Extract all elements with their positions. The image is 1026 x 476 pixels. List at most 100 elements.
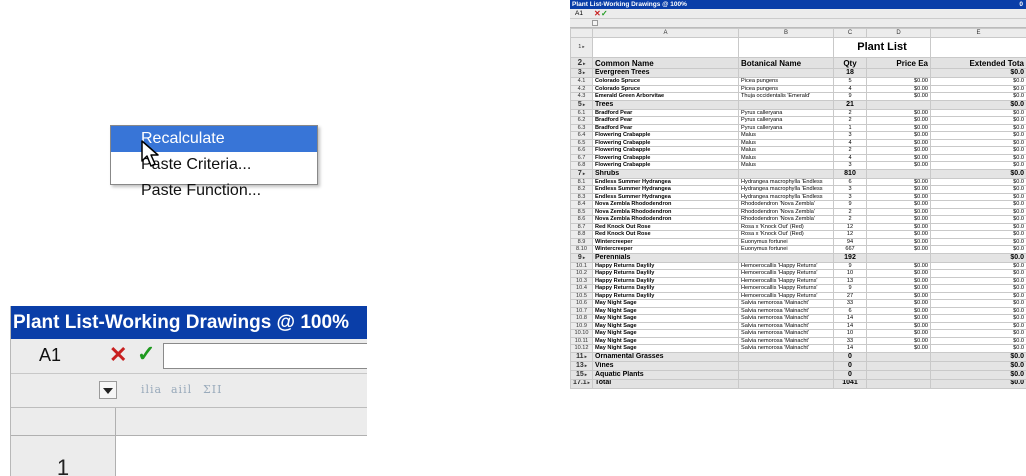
row-number[interactable]: 6.1 bbox=[570, 108, 593, 117]
cell-qty[interactable]: 0 bbox=[833, 351, 867, 362]
cell-extended-total[interactable]: $0.0 bbox=[930, 276, 1026, 285]
cell-extended-total[interactable]: $0.0 bbox=[930, 192, 1026, 201]
cell-botanical-name[interactable]: Hydrangea macrophylla 'Endless bbox=[738, 192, 834, 201]
tool-icon-1[interactable]: ilia bbox=[141, 383, 162, 397]
cell-extended-total[interactable]: $0.0 bbox=[930, 351, 1026, 362]
cell-botanical-name[interactable]: Euonymus fortunei bbox=[738, 245, 834, 254]
row-number[interactable]: 8.4 bbox=[570, 200, 593, 209]
expand-arrow-icon[interactable]: ▸ bbox=[588, 380, 590, 387]
cell-price-ea[interactable]: $0.00 bbox=[866, 92, 931, 101]
cancel-icon[interactable]: ✕ bbox=[594, 9, 601, 18]
corner-header[interactable] bbox=[570, 28, 593, 38]
row-number[interactable]: 8.8 bbox=[570, 230, 593, 239]
cell-qty[interactable]: 94 bbox=[833, 237, 867, 246]
cell-common-name[interactable]: Nova Zembla Rhododendron bbox=[592, 207, 739, 216]
cell-qty[interactable]: 5 bbox=[833, 77, 867, 86]
cell-extended-total[interactable]: $0.0 bbox=[930, 344, 1026, 353]
cell-qty[interactable]: 12 bbox=[833, 230, 867, 239]
cell-common-name[interactable]: Nova Zembla Rhododendron bbox=[592, 215, 739, 224]
cell-common-name[interactable]: Flowering Crabapple bbox=[592, 131, 739, 140]
cell-price-ea[interactable]: $0.00 bbox=[866, 245, 931, 254]
row-number[interactable]: 6.8 bbox=[570, 161, 593, 170]
cell-common-name[interactable]: Evergreen Trees bbox=[592, 68, 739, 78]
row-number[interactable]: 17.1▸ bbox=[570, 378, 593, 389]
cell-botanical-name[interactable]: Rosa x 'Knock Out' (Red) bbox=[738, 222, 834, 231]
cell-botanical-name[interactable] bbox=[738, 360, 834, 371]
cell-qty[interactable]: 3 bbox=[833, 161, 867, 170]
cell-botanical-name[interactable] bbox=[738, 252, 834, 263]
row-number[interactable]: 9▸ bbox=[570, 252, 593, 263]
row-number[interactable]: 11▸ bbox=[570, 351, 593, 362]
cell-common-name[interactable]: Aquatic Plants bbox=[592, 369, 739, 380]
cell-botanical-name[interactable]: Malus bbox=[738, 146, 834, 155]
cell-qty[interactable]: 13 bbox=[833, 276, 867, 285]
cell-botanical-name[interactable]: Hydrangea macrophylla 'Endless bbox=[738, 185, 834, 194]
cell-common-name[interactable]: Bradford Pear bbox=[592, 123, 739, 132]
cell-botanical-name[interactable]: Rhododendron 'Nova Zembla' bbox=[738, 215, 834, 224]
cell-extended-total[interactable]: $0.0 bbox=[930, 237, 1026, 246]
row-number[interactable]: 6.7 bbox=[570, 153, 593, 162]
cell-qty[interactable]: 33 bbox=[833, 336, 867, 345]
cell-botanical-name[interactable] bbox=[738, 99, 834, 110]
cell-common-name[interactable]: Happy Returns Daylily bbox=[592, 269, 739, 278]
cell-extended-total[interactable]: $0.0 bbox=[930, 207, 1026, 216]
cell-botanical-name[interactable]: Hydrangea macrophylla 'Endless bbox=[738, 177, 834, 186]
row-number[interactable]: 2▸ bbox=[570, 57, 593, 69]
tool-icon-2[interactable]: aiil bbox=[171, 383, 192, 397]
cell-botanical-name[interactable]: Salvia nemorosa 'Mainacht' bbox=[738, 299, 834, 308]
cell-qty[interactable]: 3 bbox=[833, 185, 867, 194]
cell-common-name[interactable]: Nova Zembla Rhododendron bbox=[592, 200, 739, 209]
cell-common-name[interactable]: Shrubs bbox=[592, 168, 739, 179]
cell-extended-total[interactable]: $0.0 bbox=[930, 108, 1026, 117]
cell-common-name[interactable]: Vines bbox=[592, 360, 739, 371]
cell-botanical-name[interactable]: Picea pungens bbox=[738, 84, 834, 93]
cell-botanical-name[interactable]: Euonymus fortunei bbox=[738, 237, 834, 246]
cell-qty[interactable]: 33 bbox=[833, 299, 867, 308]
expand-arrow-icon[interactable]: ▸ bbox=[585, 362, 587, 369]
cell-common-name[interactable]: May Night Sage bbox=[592, 329, 739, 338]
row-number[interactable]: 8.5 bbox=[570, 207, 593, 216]
cell-common-name[interactable]: Red Knock Out Rose bbox=[592, 222, 739, 231]
cell-price-ea[interactable]: $0.00 bbox=[866, 237, 931, 246]
expand-arrow-icon[interactable]: ▸ bbox=[583, 170, 585, 177]
row-number[interactable]: 10.10 bbox=[570, 329, 593, 338]
cell-common-name[interactable]: May Night Sage bbox=[592, 314, 739, 323]
column-header-d[interactable]: D bbox=[866, 28, 931, 38]
row-number[interactable]: 6.5 bbox=[570, 138, 593, 147]
cell-botanical-name[interactable]: Malus bbox=[738, 138, 834, 147]
cell-price-ea[interactable]: $0.00 bbox=[866, 222, 931, 231]
cell-extended-total[interactable]: $0.0 bbox=[930, 200, 1026, 209]
cell-qty[interactable]: 27 bbox=[833, 291, 867, 300]
cell-price-ea[interactable]: $0.00 bbox=[866, 306, 931, 315]
cell-price-ea[interactable]: $0.00 bbox=[866, 161, 931, 170]
cell-qty[interactable]: 2 bbox=[833, 207, 867, 216]
cell-qty[interactable]: 2 bbox=[833, 116, 867, 125]
row-number[interactable]: 10.12 bbox=[570, 344, 593, 353]
cell-botanical-name[interactable]: Hemoerocallis 'Happy Returns' bbox=[738, 276, 834, 285]
cell-botanical-name[interactable]: Thuja occidentalis 'Emerald' bbox=[738, 92, 834, 101]
cell-extended-total[interactable]: $0.0 bbox=[930, 215, 1026, 224]
cell-extended-total[interactable]: $0.0 bbox=[930, 378, 1026, 389]
cell-price-ea[interactable]: $0.00 bbox=[866, 269, 931, 278]
cell-botanical-name[interactable] bbox=[738, 68, 834, 78]
cell-price-ea[interactable]: $0.00 bbox=[866, 138, 931, 147]
row-number[interactable]: 7▸ bbox=[570, 168, 593, 179]
row-number[interactable]: 6.3 bbox=[570, 123, 593, 132]
cell-botanical-name[interactable]: Pyrus calleryana bbox=[738, 123, 834, 132]
cell-botanical-name[interactable] bbox=[738, 378, 834, 389]
row-number[interactable]: 6.2 bbox=[570, 116, 593, 125]
cell-price-ea[interactable]: $0.00 bbox=[866, 336, 931, 345]
row-number[interactable]: 10.2 bbox=[570, 269, 593, 278]
zoom-column-header[interactable] bbox=[116, 408, 367, 436]
cell-botanical-name[interactable]: Salvia nemorosa 'Mainacht' bbox=[738, 336, 834, 345]
row-number[interactable]: 3▸ bbox=[570, 68, 593, 78]
cell-qty[interactable]: 4 bbox=[833, 84, 867, 93]
cell-extended-total[interactable]: $0.0 bbox=[930, 177, 1026, 186]
row-number[interactable]: 8.10 bbox=[570, 245, 593, 254]
cell-botanical-name[interactable]: Rosa x 'Knock Out' (Red) bbox=[738, 230, 834, 239]
cell-extended-total[interactable]: $0.0 bbox=[930, 99, 1026, 110]
cell-price-ea[interactable]: $0.00 bbox=[866, 116, 931, 125]
cell-common-name[interactable]: Happy Returns Daylily bbox=[592, 261, 739, 270]
row-number[interactable]: 10.5 bbox=[570, 291, 593, 300]
cell-price-ea[interactable] bbox=[866, 378, 931, 389]
